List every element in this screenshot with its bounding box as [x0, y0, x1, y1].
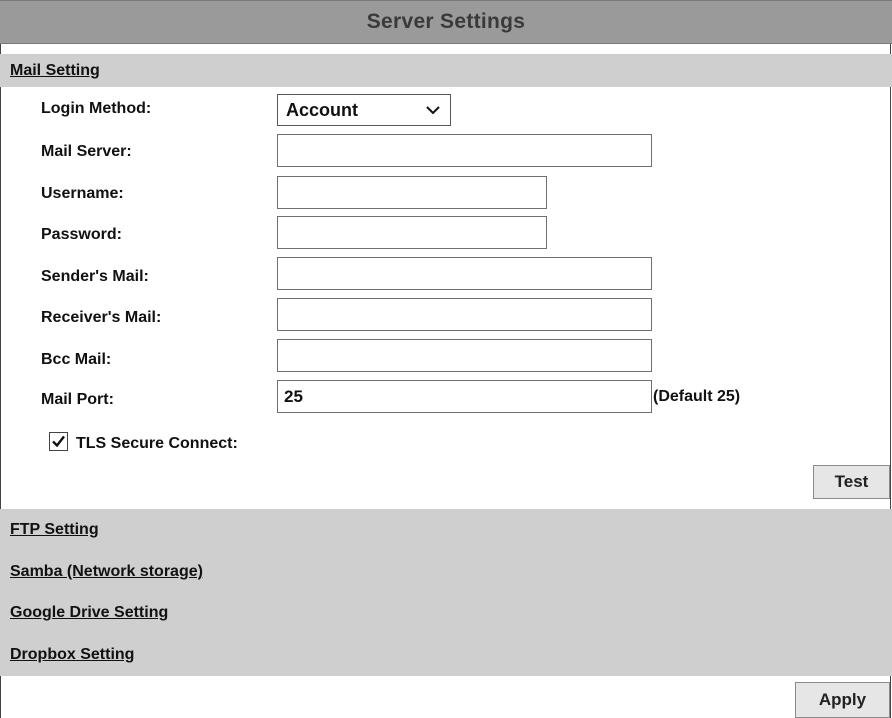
tls-checkbox[interactable] [49, 432, 68, 451]
senders-mail-input[interactable] [277, 257, 652, 290]
bcc-mail-label: Bcc Mail: [41, 351, 112, 368]
password-input[interactable] [277, 216, 547, 249]
mail-port-default-hint: (Default 25) [653, 388, 741, 405]
mail-setting-link[interactable]: Mail Setting [10, 62, 100, 80]
mail-setting-section: Mail Setting [0, 54, 892, 87]
login-method-select[interactable]: Account [277, 94, 451, 126]
tls-label: TLS Secure Connect: [76, 435, 238, 452]
apply-button[interactable]: Apply [795, 682, 890, 718]
login-method-value: Account [286, 100, 358, 120]
samba-setting-link[interactable]: Samba (Network storage) [10, 563, 203, 581]
username-label: Username: [41, 185, 124, 202]
chevron-down-icon [426, 106, 440, 115]
receivers-mail-input[interactable] [277, 298, 652, 331]
mail-port-label: Mail Port: [41, 391, 114, 408]
mail-port-input[interactable] [277, 380, 652, 413]
receivers-mail-label: Receiver's Mail: [41, 309, 162, 326]
google-drive-setting-section: Google Drive Setting [0, 596, 892, 629]
page-title: Server Settings [0, 0, 892, 44]
test-button[interactable]: Test [813, 465, 890, 499]
dropbox-setting-link[interactable]: Dropbox Setting [10, 646, 134, 664]
samba-setting-section: Samba (Network storage) [0, 555, 892, 588]
mail-server-input[interactable] [277, 134, 652, 167]
senders-mail-label: Sender's Mail: [41, 268, 149, 285]
login-method-label: Login Method: [41, 100, 152, 117]
ftp-setting-section: FTP Setting [0, 513, 892, 546]
username-input[interactable] [277, 176, 547, 209]
bcc-mail-input[interactable] [277, 339, 652, 372]
mail-server-label: Mail Server: [41, 143, 132, 160]
dropbox-setting-section: Dropbox Setting [0, 638, 892, 671]
google-drive-setting-link[interactable]: Google Drive Setting [10, 604, 168, 622]
checkmark-icon [52, 435, 65, 448]
ftp-setting-link[interactable]: FTP Setting [10, 521, 99, 539]
password-label: Password: [41, 226, 122, 243]
